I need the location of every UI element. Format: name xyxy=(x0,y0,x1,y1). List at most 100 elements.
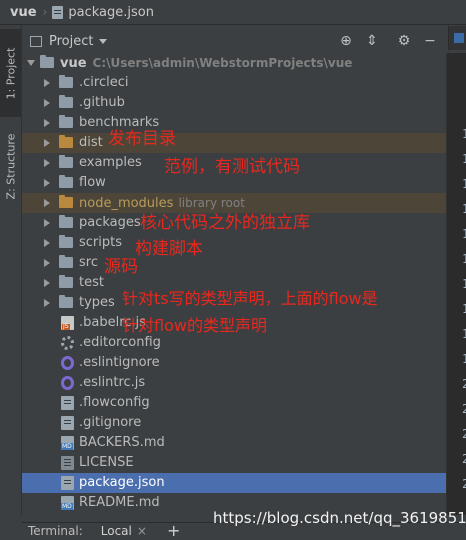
tree-item-eslintignore[interactable]: .eslintignore xyxy=(22,353,446,373)
item-label: src xyxy=(79,255,98,270)
markdown-file-icon xyxy=(61,436,74,450)
tree-root[interactable]: vue C:\Users\admin\WebstormProjects\vue xyxy=(22,53,446,73)
close-icon[interactable]: × xyxy=(137,524,147,538)
item-label: .circleci xyxy=(79,75,129,90)
line-number: 1 xyxy=(462,302,466,316)
json-file-icon xyxy=(52,5,64,19)
folder-icon xyxy=(59,95,73,108)
item-label: types xyxy=(79,295,115,310)
line-number: 2 xyxy=(462,452,466,466)
chevron-down-icon[interactable] xyxy=(99,38,108,44)
target-icon[interactable]: ⊕ xyxy=(338,33,354,49)
folder-icon xyxy=(59,235,73,248)
line-number: 2 xyxy=(462,402,466,416)
folder-icon xyxy=(59,115,73,128)
chevron-right-icon[interactable] xyxy=(44,199,50,207)
tree-item-package-json[interactable]: package.json xyxy=(22,473,446,493)
tree-item-scripts[interactable]: scripts xyxy=(22,233,446,253)
breadcrumb-file[interactable]: package.json xyxy=(68,5,154,20)
item-label: .editorconfig xyxy=(79,335,161,350)
chevron-right-icon[interactable] xyxy=(44,239,50,247)
minimize-icon[interactable]: − xyxy=(422,33,438,49)
annotation-dist: 发布目录 xyxy=(108,129,176,149)
annotation-types-flow: 针对flow的类型声明 xyxy=(122,316,267,335)
chevron-down-icon[interactable] xyxy=(27,60,35,66)
chevron-right-icon[interactable] xyxy=(44,259,50,267)
line-number: 1 xyxy=(462,327,466,341)
folder-icon xyxy=(59,155,73,168)
tree-item-editorconfig[interactable]: .editorconfig xyxy=(22,333,446,353)
folder-icon xyxy=(59,175,73,188)
gear-icon[interactable]: ⚙ xyxy=(396,33,412,49)
item-label: .eslintrc.js xyxy=(79,375,146,390)
project-icon xyxy=(30,35,42,47)
line-number: 1 xyxy=(462,252,466,266)
chevron-right-icon[interactable] xyxy=(44,279,50,287)
excluded-folder-icon xyxy=(59,135,73,148)
item-label: examples xyxy=(79,155,142,170)
folder-icon xyxy=(59,215,73,228)
eslint-icon xyxy=(61,376,74,390)
folder-icon xyxy=(59,295,73,308)
panel-title[interactable]: Project xyxy=(49,34,93,49)
tab-structure[interactable]: Z: Structure xyxy=(0,121,21,211)
item-label: .github xyxy=(79,95,125,110)
terminal-label[interactable]: Terminal: xyxy=(28,524,83,538)
json-file-icon xyxy=(61,476,74,490)
eslint-icon xyxy=(61,356,74,370)
item-label: .flowconfig xyxy=(79,395,150,410)
tree-item-eslintrc[interactable]: .eslintrc.js xyxy=(22,373,446,393)
line-number: 1 xyxy=(462,227,466,241)
tab-project[interactable]: 1: Project xyxy=(0,29,21,117)
chevron-right-icon[interactable] xyxy=(44,119,50,127)
line-number: 1 xyxy=(462,152,466,166)
chevron-right-icon[interactable] xyxy=(44,139,50,147)
annotation-scripts: 构建脚本 xyxy=(135,239,203,259)
line-number: 1 xyxy=(462,352,466,366)
tree-item-benchmarks[interactable]: benchmarks xyxy=(22,113,446,133)
tree-item-flowconfig[interactable]: .flowconfig xyxy=(22,393,446,413)
tree-item-circleci[interactable]: .circleci xyxy=(22,73,446,93)
tree-item-dist[interactable]: dist xyxy=(22,133,446,153)
tree-item-src[interactable]: src xyxy=(22,253,446,273)
item-label: test xyxy=(79,275,104,290)
text-file-icon xyxy=(61,396,74,410)
annotation-packages: 核心代码之外的独立库 xyxy=(140,213,310,233)
line-number: 2 xyxy=(462,477,466,491)
tree-item-github[interactable]: .github xyxy=(22,93,446,113)
editor-gutter: 1 1 1 1 1 1 1 1 1 1 2 2 2 2 2 xyxy=(446,53,466,515)
line-number: 2 xyxy=(462,377,466,391)
annotation-examples: 范例，有测试代码 xyxy=(164,157,300,177)
add-terminal-button[interactable]: + xyxy=(167,521,180,540)
tab-structure-label: Z: Structure xyxy=(4,133,18,199)
js-file-icon xyxy=(61,316,74,330)
editor-tab-edge[interactable] xyxy=(448,26,466,50)
chevron-right-icon[interactable] xyxy=(44,79,50,87)
folder-icon xyxy=(59,255,73,268)
tree-item-license[interactable]: LICENSE xyxy=(22,453,446,473)
tree-item-gitignore[interactable]: .gitignore xyxy=(22,413,446,433)
item-label: packages xyxy=(79,215,141,230)
library-folder-icon xyxy=(59,195,73,208)
line-number: 1 xyxy=(462,277,466,291)
chevron-right-icon[interactable] xyxy=(44,299,50,307)
item-label: .eslintignore xyxy=(79,355,160,370)
markdown-file-icon xyxy=(61,496,74,510)
breadcrumb-root[interactable]: vue xyxy=(0,5,37,20)
watermark: https://blog.csdn.net/qq_36198515 xyxy=(213,509,466,527)
chevron-right-icon[interactable] xyxy=(44,159,50,167)
chevron-right-icon[interactable] xyxy=(44,99,50,107)
tree-item-backers[interactable]: BACKERS.md xyxy=(22,433,446,453)
tab-project-label: 1: Project xyxy=(4,47,17,99)
chevron-right-icon[interactable] xyxy=(44,179,50,187)
collapse-icon[interactable]: ⇕ xyxy=(364,33,380,49)
item-label: .gitignore xyxy=(79,415,142,430)
terminal-tab-local[interactable]: Local xyxy=(101,524,132,538)
root-name: vue xyxy=(60,56,87,71)
project-panel-header: Project ⊕ ⇕ ⚙ − xyxy=(22,29,466,53)
navigation-bar: vue › package.json xyxy=(0,0,466,25)
text-file-icon xyxy=(61,416,74,430)
chevron-right-icon[interactable] xyxy=(44,219,50,227)
item-label: flow xyxy=(79,175,106,190)
item-label: dist xyxy=(79,135,103,150)
